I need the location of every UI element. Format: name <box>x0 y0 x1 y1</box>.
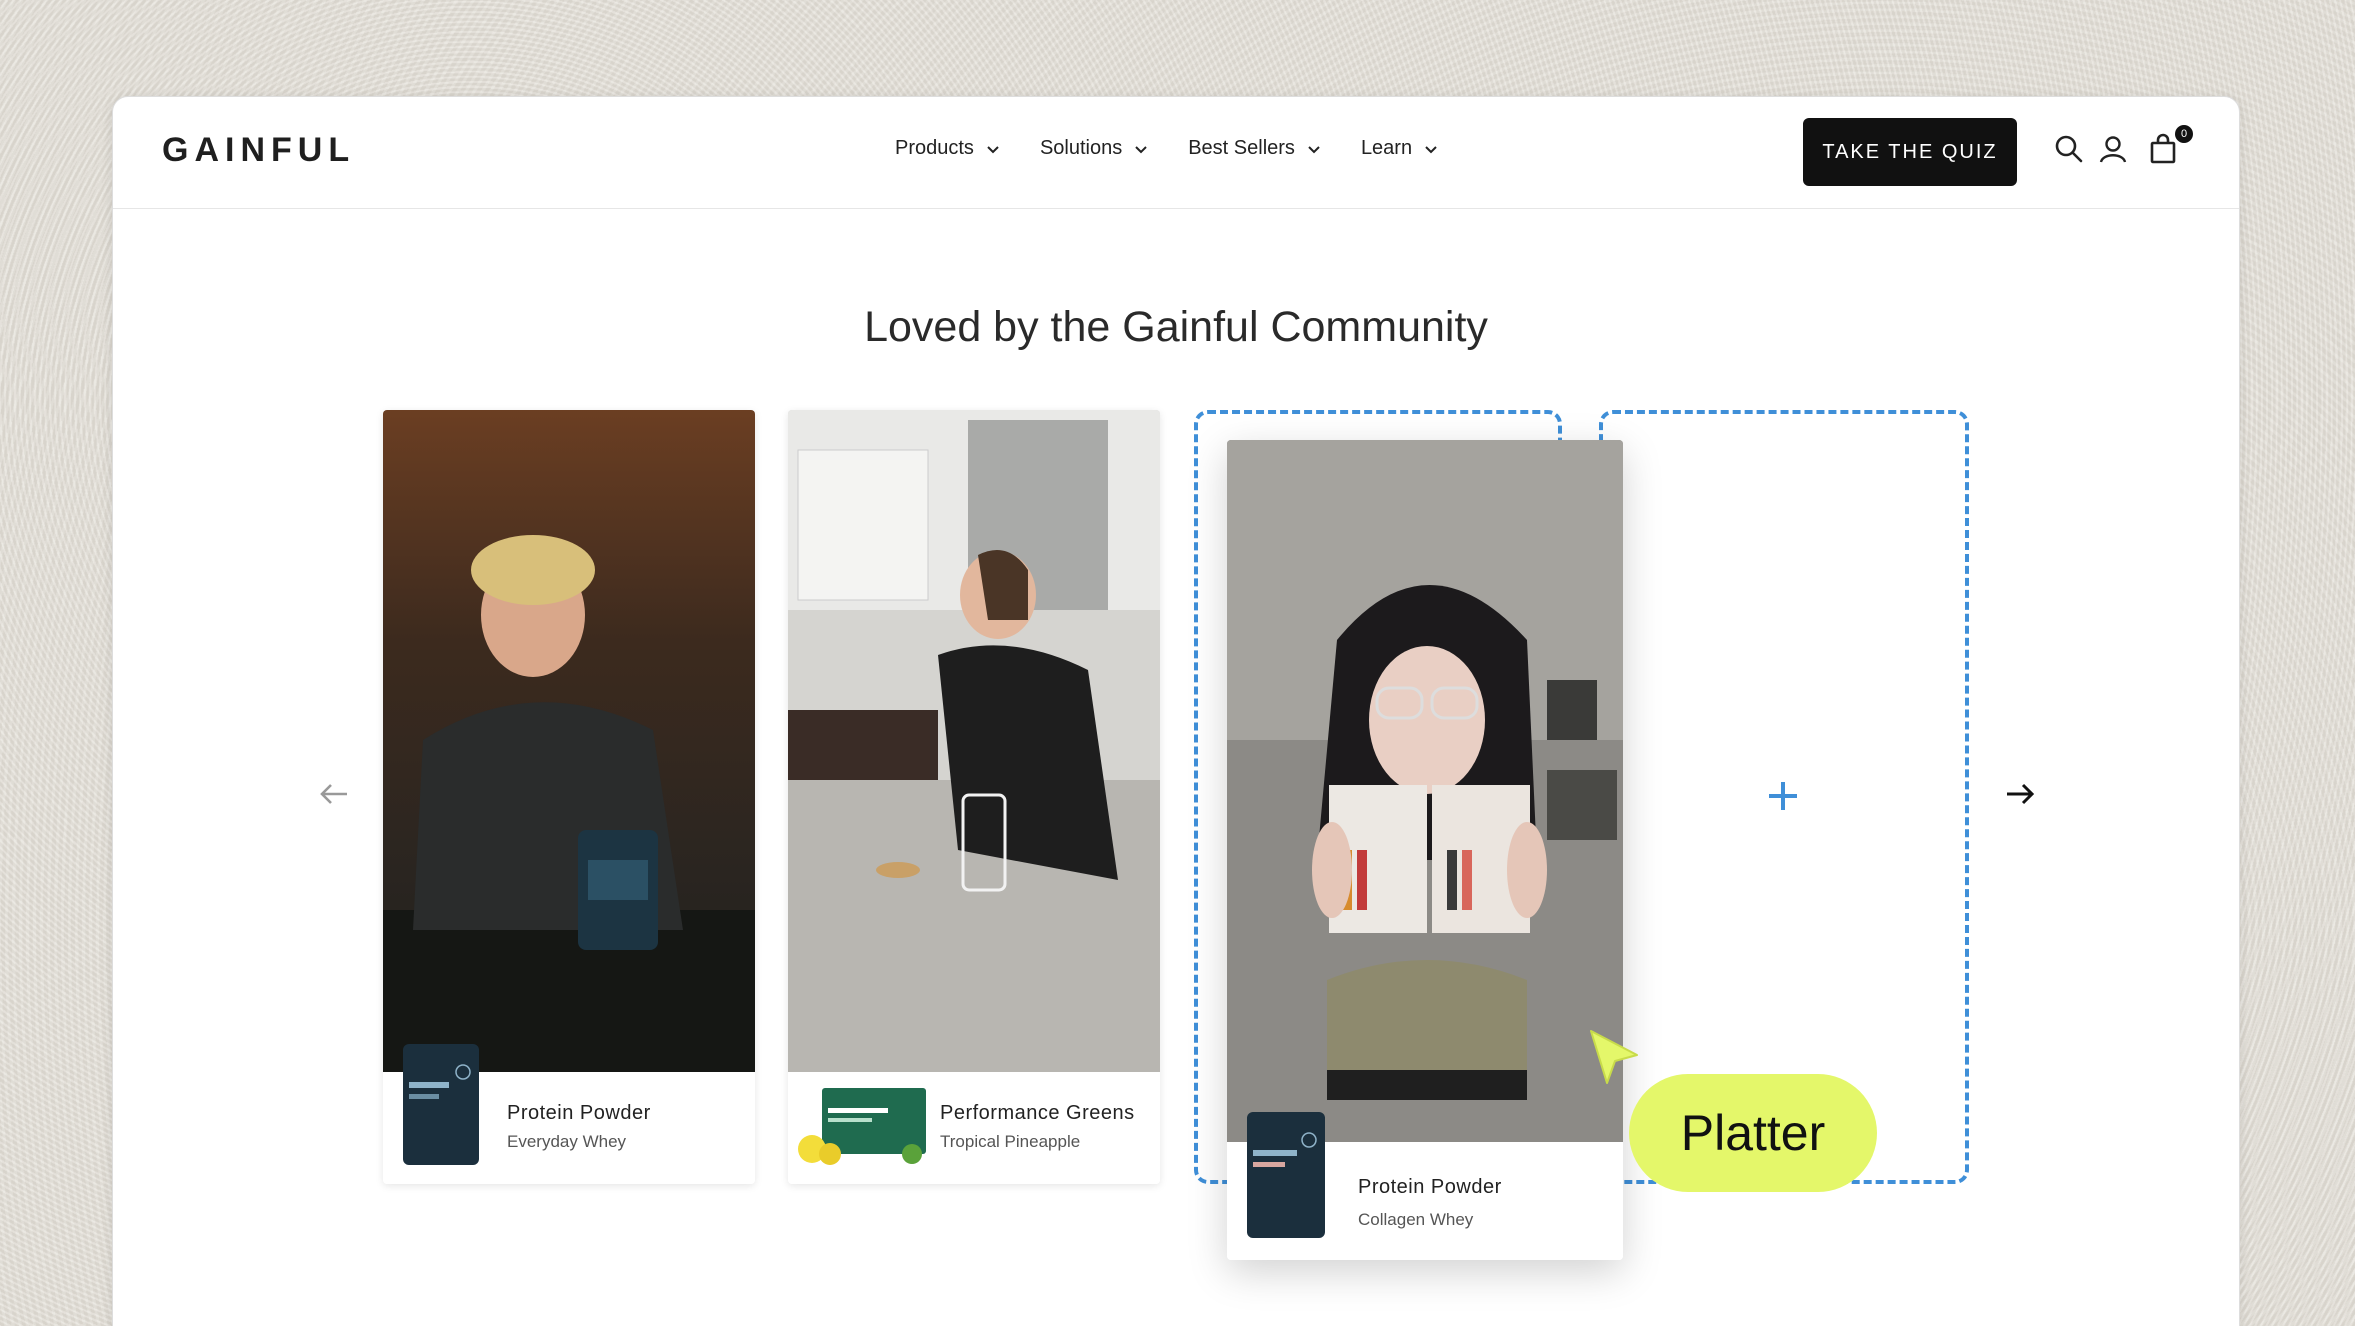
main-nav: Products Solutions Best Sellers Learn <box>895 137 1478 160</box>
add-slot-plus-icon[interactable] <box>1766 779 1800 813</box>
nav-item-products[interactable]: Products <box>895 137 1000 160</box>
nav-item-solutions[interactable]: Solutions <box>1040 137 1148 160</box>
chevron-down-icon <box>987 145 999 153</box>
nav-item-learn[interactable]: Learn <box>1361 137 1438 160</box>
browser-window: GAINFUL Products Solutions Best Sellers … <box>112 96 2240 1326</box>
card-info: Performance Greens Tropical Pineapple <box>788 1072 1160 1184</box>
community-card-3[interactable]: Protein Powder Collagen Whey <box>1227 440 1623 1260</box>
card-info: Protein Powder Collagen Whey <box>1227 1112 1623 1260</box>
nav-item-best-sellers[interactable]: Best Sellers <box>1188 137 1321 160</box>
whey-protein-tub-icon <box>403 1044 479 1165</box>
section-title: Loved by the Gainful Community <box>864 303 1488 351</box>
take-the-quiz-button[interactable]: TAKE THE QUIZ <box>1803 118 2017 186</box>
product-title: Protein Powder <box>1358 1176 1502 1198</box>
collagen-whey-tub-icon <box>1247 1112 1325 1238</box>
product-subtitle: Everyday Whey <box>507 1132 627 1151</box>
nav-label: Best Sellers <box>1188 137 1295 159</box>
product-title: Performance Greens <box>940 1102 1135 1124</box>
community-photo-woman-in-kitchen <box>788 410 1160 1072</box>
platter-label-pill: Platter <box>1629 1074 1877 1192</box>
nav-label: Solutions <box>1039 137 1123 159</box>
gainful-logo[interactable]: GAINFUL <box>162 131 355 170</box>
account-icon[interactable] <box>2097 133 2129 165</box>
community-photo-woman-with-flavor-packets <box>1227 440 1623 1142</box>
chevron-down-icon <box>1425 145 1437 153</box>
performance-greens-box-icon <box>798 1088 926 1165</box>
community-card-2[interactable]: Performance Greens Tropical Pineapple <box>788 410 1160 1184</box>
product-subtitle: Collagen Whey <box>1358 1210 1474 1229</box>
product-title: Protein Powder <box>507 1102 651 1124</box>
cart-icon[interactable] <box>2147 133 2179 165</box>
community-card-1[interactable]: Protein Powder Everyday Whey <box>383 410 755 1184</box>
search-icon[interactable] <box>2053 133 2085 165</box>
carousel-prev-arrow-icon[interactable] <box>317 777 351 811</box>
nav-label: Products <box>895 137 974 159</box>
chevron-down-icon <box>1135 145 1147 153</box>
community-photo-man-with-whey <box>383 410 755 1072</box>
card-info: Protein Powder Everyday Whey <box>383 1044 755 1184</box>
carousel-next-arrow-icon[interactable] <box>2003 777 2037 811</box>
pointer-cursor-icon <box>1590 1030 1638 1084</box>
product-subtitle: Tropical Pineapple <box>940 1132 1081 1151</box>
cart-count-badge: 0 <box>2175 125 2193 143</box>
chevron-down-icon <box>1308 145 1320 153</box>
site-header: GAINFUL Products Solutions Best Sellers … <box>113 97 2239 209</box>
nav-label: Learn <box>1360 137 1413 159</box>
